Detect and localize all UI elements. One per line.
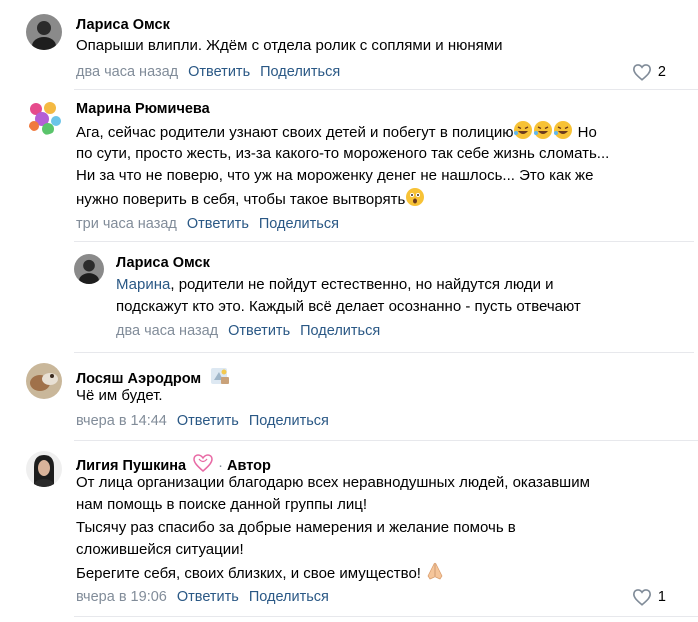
like-count: 2 (657, 64, 666, 80)
comment-date[interactable]: два часа назад (116, 323, 218, 339)
share-link[interactable]: Поделиться (260, 64, 340, 80)
comment-author[interactable]: Марина Рюмичева (76, 100, 210, 118)
comment-text: Берегите себя, своих близких, и свое иму… (76, 561, 445, 588)
divider (74, 352, 694, 353)
heart-icon (632, 64, 651, 81)
comment-meta: вчера в 19:06 Ответить Поделиться (76, 588, 329, 606)
comment-text-line: нужно поверить в себя, чтобы такое вытво… (76, 191, 406, 208)
comment-author[interactable]: Лариса Омск (76, 16, 170, 34)
divider (74, 616, 698, 617)
comment-text: нужно поверить в себя, чтобы такое вытво… (76, 187, 425, 214)
comment-author[interactable]: Лариса Омск (116, 254, 210, 272)
comment-meta: вчера в 14:44 Ответить Поделиться (76, 412, 329, 430)
sticker-icon (209, 366, 231, 391)
comment-date[interactable]: вчера в 14:44 (76, 413, 167, 429)
comment-text-line: Ни за что не поверю, что уж на мороженку… (76, 167, 594, 184)
share-link[interactable]: Поделиться (249, 589, 329, 605)
comment-date[interactable]: два часа назад (76, 64, 178, 80)
comment-text: Марина, родители не пойдут естественно, … (116, 274, 554, 296)
comment-text-line: по сути, просто жесть, из-за какого-то м… (76, 145, 610, 162)
mention-link[interactable]: Марина (116, 276, 170, 293)
comment-date[interactable]: вчера в 19:06 (76, 589, 167, 605)
comment-text-line: нам помощь в поиске данной группы лиц! (76, 496, 368, 513)
comment-text-line: Тысячу раз спасибо за добрые намерения и… (76, 519, 516, 536)
like-button[interactable]: 1 (632, 588, 666, 606)
share-link[interactable]: Поделиться (249, 413, 329, 429)
avatar[interactable] (26, 14, 62, 50)
comment-text-line: От лица организации благодарю всех нерав… (76, 474, 590, 491)
heart-icon (632, 589, 651, 606)
share-link[interactable]: Поделиться (300, 323, 380, 339)
reply-link[interactable]: Ответить (177, 413, 239, 429)
like-button[interactable]: 2 (632, 63, 666, 81)
share-link[interactable]: Поделиться (259, 216, 339, 232)
reply-link[interactable]: Ответить (187, 216, 249, 232)
comment-text: Чё им будет. (76, 387, 163, 404)
reply-link[interactable]: Ответить (228, 323, 290, 339)
astonished-emoji-icon (405, 187, 425, 214)
comment-text-line: Но (577, 124, 597, 141)
comment-meta: два часа назад Ответить Поделиться (76, 63, 340, 81)
divider (74, 241, 694, 242)
avatar[interactable] (26, 99, 62, 135)
comment-text-line: , родители не пойдут естественно, но най… (170, 276, 554, 293)
comment-text: Опарыши влипли. Ждём с отдела ролик с со… (76, 37, 503, 54)
avatar[interactable] (26, 363, 62, 399)
avatar[interactable] (26, 451, 62, 487)
like-count: 1 (657, 589, 666, 605)
avatar[interactable] (74, 254, 104, 284)
comment-text-line: подскажут кто это. Каждый всё делает осо… (116, 298, 581, 315)
comment-text-line: Берегите себя, своих близких, и свое иму… (76, 565, 421, 582)
comment-meta: три часа назад Ответить Поделиться (76, 215, 339, 233)
comment-text-line: Ага, сейчас родители узнают своих детей … (76, 124, 514, 141)
comment-meta: два часа назад Ответить Поделиться (116, 322, 380, 340)
divider (74, 440, 698, 441)
reply-link[interactable]: Ответить (188, 64, 250, 80)
praying-hands-emoji-icon (425, 561, 445, 588)
comment-date[interactable]: три часа назад (76, 216, 177, 232)
comment-text-line: сложившейся ситуации! (76, 541, 244, 558)
divider (74, 89, 698, 90)
reply-link[interactable]: Ответить (177, 589, 239, 605)
